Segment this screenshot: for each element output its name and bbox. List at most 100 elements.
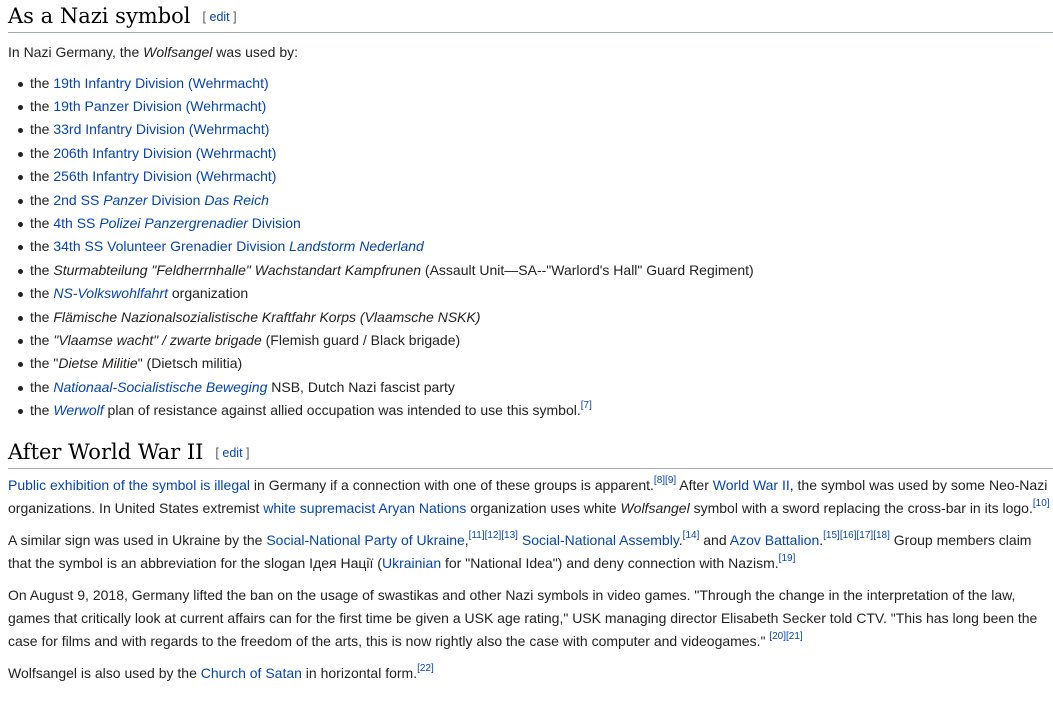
wiki-link[interactable]: 33rd Infantry Division (Wehrmacht) (53, 121, 269, 137)
edit-link[interactable]: edit (210, 10, 230, 24)
edit-section: [ edit ] (203, 10, 237, 24)
text: the (30, 97, 54, 114)
wiki-link[interactable]: Werwolf (53, 402, 103, 418)
edit-link[interactable]: edit (222, 446, 242, 460)
citation-ref: [17] (857, 530, 874, 541)
wiki-link[interactable]: 19th Infantry Division (Wehrmacht) (53, 75, 268, 91)
citation-link[interactable]: [22] (417, 663, 434, 674)
text: in Germany if a connection with one of t… (250, 477, 654, 493)
wiki-link[interactable]: 19th Panzer Division (Wehrmacht) (53, 98, 266, 114)
wiki-link[interactable]: NS-Volkswohlfahrt (53, 285, 168, 301)
section-heading: After World War II [ edit ] (8, 436, 1053, 469)
wiki-link[interactable]: World War II (713, 477, 790, 493)
wiki-link[interactable]: 256th Infantry Division (Wehrmacht) (53, 168, 276, 184)
citation-link[interactable]: [20] (769, 631, 786, 642)
section-after-ww2: After World War II [ edit ] Public exhibi… (8, 436, 1053, 685)
wiki-link[interactable]: white supremacist (263, 500, 375, 516)
text: the (30, 261, 54, 278)
wiki-link[interactable]: Das Reich (204, 192, 269, 208)
citation-ref: [14] (683, 530, 700, 541)
paragraph: Wolfsangel is also used by the Church of… (8, 662, 1053, 685)
paragraphs: Public exhibition of the symbol is illeg… (8, 474, 1053, 685)
wiki-link[interactable]: 4th SS (53, 215, 99, 231)
text: the (30, 308, 54, 325)
section-nazi-symbol: As a Nazi symbol [ edit ] In Nazi Germany… (8, 0, 1053, 422)
citation-ref: [9] (665, 475, 676, 486)
list-item: the 206th Infantry Division (Wehrmacht) (18, 142, 1053, 165)
list-item: the Nationaal-Socialistische Beweging NS… (18, 376, 1053, 399)
text: the (30, 378, 54, 395)
citation-link[interactable]: [15] (823, 530, 840, 541)
wiki-link[interactable]: Azov Battalion (730, 532, 820, 548)
text: the (30, 238, 54, 255)
text: symbol with a sword replacing the cross-… (689, 499, 1033, 516)
citation-ref: [19] (779, 553, 796, 564)
text: Wolfsangel is also used by the (8, 665, 201, 682)
text: the " (30, 355, 59, 372)
paragraph: On August 9, 2018, Germany lifted the ba… (8, 584, 1053, 652)
italic-text: Sturmabteilung "Feldherrnhalle" Wachstan… (53, 261, 422, 278)
intro-italic: Wolfsangel (143, 44, 213, 60)
edit-bracket: [ (215, 446, 219, 460)
citation-link[interactable]: [9] (665, 475, 676, 486)
text: After (676, 477, 713, 493)
wiki-link[interactable]: Ukrainian (382, 555, 441, 571)
wiki-link[interactable]: Social-National Assembly (522, 532, 679, 548)
wiki-link[interactable]: Church of Satan (201, 665, 302, 681)
wiki-link[interactable]: Landstorm Nederland (289, 238, 424, 254)
list-item: the "Dietse Militie" (Dietsch militia) (18, 352, 1053, 375)
wiki-link[interactable]: Division (248, 215, 301, 231)
wiki-link[interactable]: Nationaal-Socialistische Beweging (53, 379, 267, 395)
citation-link[interactable]: [10] (1033, 498, 1050, 509)
italic-text: "Vlaamse wacht" / zwarte brigade (53, 331, 262, 348)
wiki-link[interactable]: 34th SS Volunteer Grenadier Division (53, 238, 289, 254)
text: the (30, 121, 54, 138)
text: and (699, 532, 730, 549)
citation-link[interactable]: [16] (840, 530, 857, 541)
wiki-link[interactable]: Aryan Nations (378, 500, 466, 516)
list-item: the 34th SS Volunteer Grenadier Division… (18, 235, 1053, 258)
citation-link[interactable]: [17] (857, 530, 874, 541)
wiki-link[interactable]: Public exhibition of the symbol is illeg… (8, 477, 250, 493)
text: (Assault Unit—SA--"Warlord's Hall" Guard… (421, 261, 754, 278)
citation-link[interactable]: [21] (786, 631, 803, 642)
text: On August 9, 2018, Germany lifted the ba… (8, 587, 1038, 649)
citation-link[interactable]: [19] (779, 553, 796, 564)
list-item: the 2nd SS Panzer Division Das Reich (18, 189, 1053, 212)
edit-section: [ edit ] (215, 446, 249, 460)
citation-ref: [12] (485, 530, 502, 541)
citation-link[interactable]: [12] (485, 530, 502, 541)
wiki-link[interactable]: 206th Infantry Division (Wehrmacht) (53, 145, 276, 161)
paragraph: Public exhibition of the symbol is illeg… (8, 474, 1053, 519)
list-item: the Sturmabteilung "Feldherrnhalle" Wach… (18, 259, 1053, 282)
edit-bracket: [ (202, 10, 207, 24)
list-item: the 4th SS Polizei Panzergrenadier Divis… (18, 212, 1053, 235)
unit-list: the 19th Infantry Division (Wehrmacht) th… (8, 72, 1053, 423)
citation-link[interactable]: [13] (501, 530, 518, 541)
article-page: As a Nazi symbol [ edit ] In Nazi Germany… (0, 0, 1053, 702)
citation-ref: [22] (417, 663, 434, 674)
text: the (30, 214, 54, 231)
text: in horizontal form. (301, 665, 418, 682)
wiki-link[interactable]: 2nd SS (53, 192, 103, 208)
text: NSB, Dutch Nazi fascist party (267, 378, 455, 395)
intro-paragraph: In Nazi Germany, the Wolfsangel was used… (8, 41, 1053, 64)
citation-link[interactable]: [8] (654, 475, 665, 486)
citation-link[interactable]: [11] (469, 530, 485, 541)
text: the (30, 74, 54, 91)
text: the (30, 331, 54, 348)
citation-ref: [8] (654, 475, 665, 486)
italic-text: Wolfsangel (620, 499, 690, 516)
wiki-link[interactable]: Division (148, 192, 205, 208)
citation-link[interactable]: [7] (581, 400, 592, 411)
text: the (30, 285, 54, 302)
citation-link[interactable]: [18] (873, 530, 890, 541)
wiki-link[interactable]: Polizei Panzergrenadier (99, 215, 248, 231)
citation-ref: [18] (873, 530, 890, 541)
list-item: the 19th Panzer Division (Wehrmacht) (18, 95, 1053, 118)
wiki-link[interactable]: Social-National Party of Ukraine (266, 532, 464, 548)
heading-text: After World War II (8, 440, 204, 464)
citation-link[interactable]: [14] (683, 530, 700, 541)
wiki-link[interactable]: Panzer (103, 192, 147, 208)
text: organization (168, 285, 249, 302)
